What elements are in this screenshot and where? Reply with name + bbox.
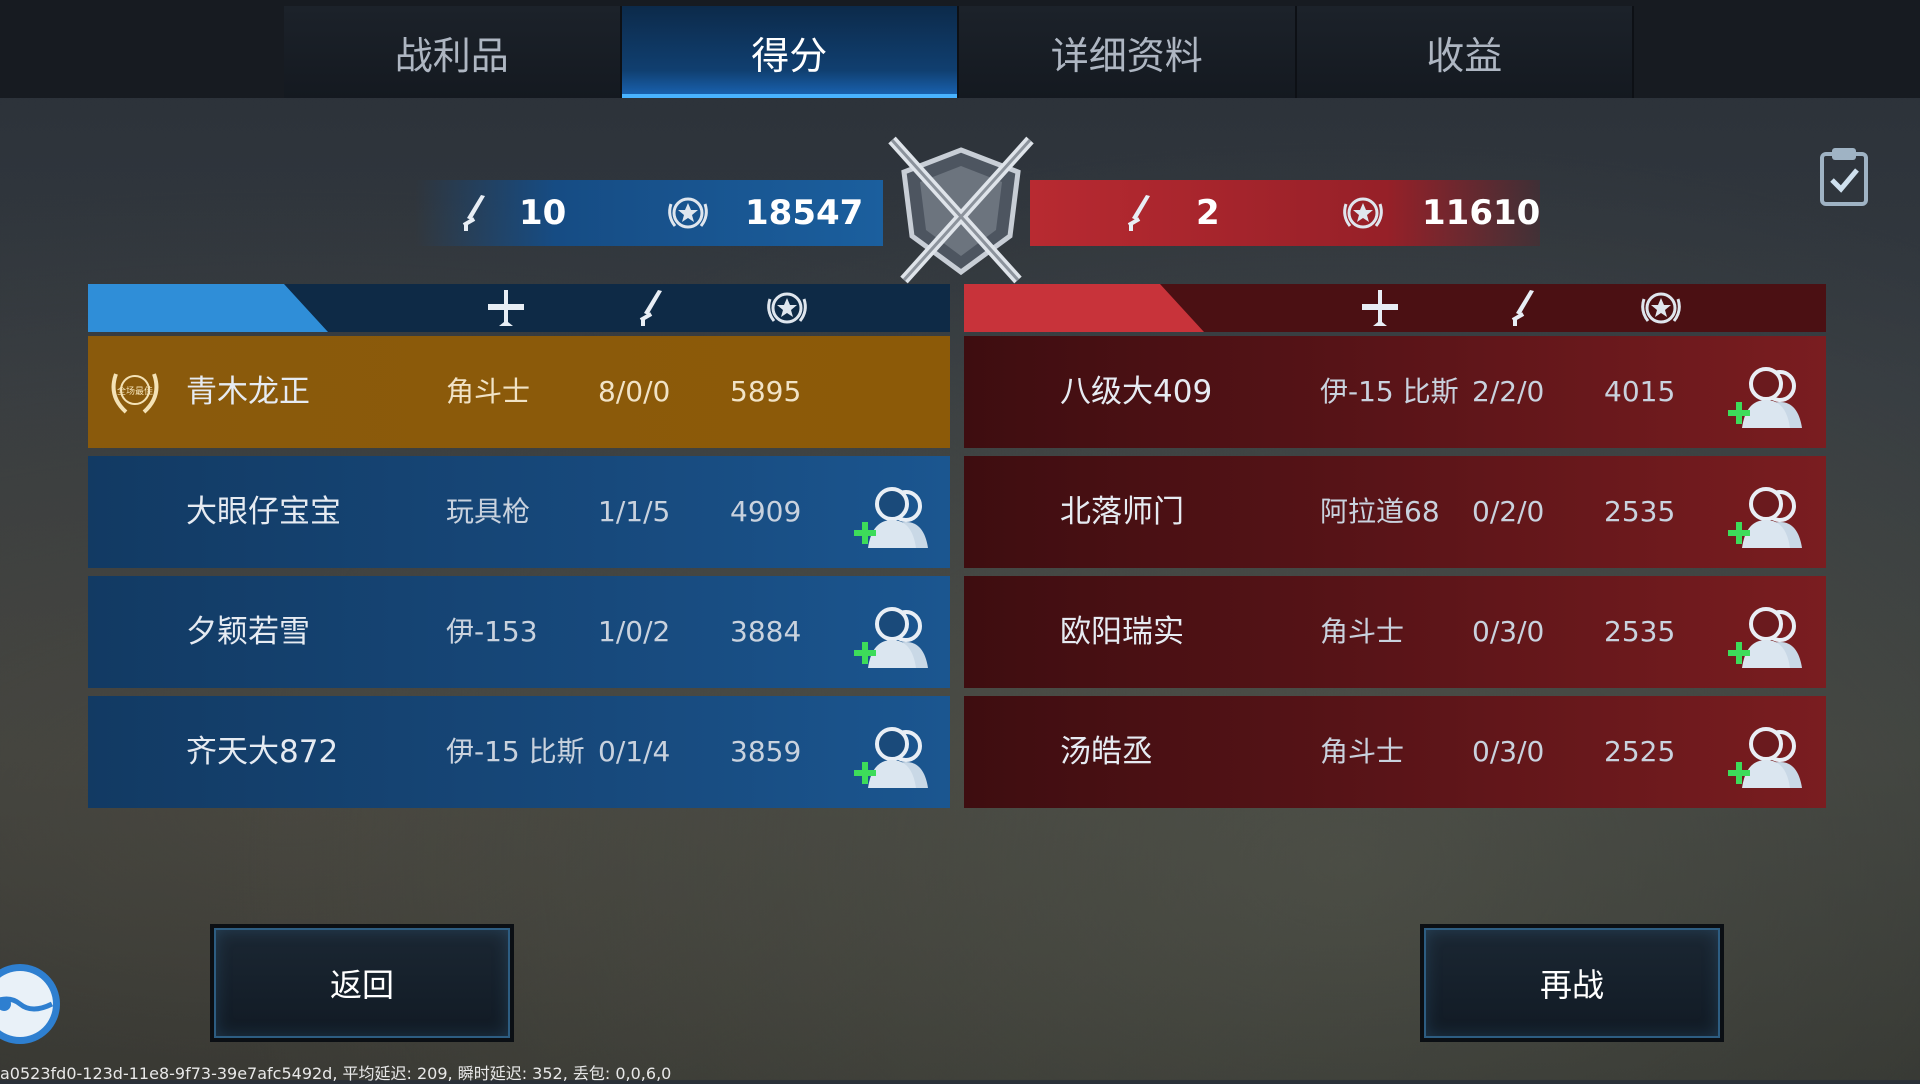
- player-row[interactable]: 北落师门 阿拉道68 0/2/0 2535: [964, 456, 1826, 568]
- player-plane: 阿拉道68: [1320, 495, 1440, 528]
- player-plane: 伊-15 比斯: [1320, 375, 1459, 408]
- clipboard-check-icon[interactable]: [1818, 146, 1870, 206]
- player-name: 夕颖若雪: [186, 614, 310, 650]
- player-plane: 伊-15 比斯: [446, 735, 585, 768]
- player-score: 5895: [730, 375, 802, 408]
- tab-score[interactable]: 得分: [621, 6, 959, 98]
- player-score: 2525: [1604, 735, 1676, 768]
- score-star-icon: [1641, 292, 1681, 324]
- red-score: 11610: [1422, 193, 1541, 233]
- top-bar: 战利品 得分 详细资料 收益: [0, 0, 1920, 98]
- player-score: 2535: [1604, 495, 1676, 528]
- player-row[interactable]: 八级大409 伊-15 比斯 2/2/0 4015: [964, 336, 1826, 448]
- sword-icon: [1511, 290, 1534, 326]
- player-plane: 角斗士: [446, 375, 531, 408]
- sword-icon: [1127, 195, 1150, 231]
- player-name: 齐天大872: [186, 734, 339, 770]
- player-kda: 0/2/0: [1472, 495, 1545, 528]
- connection-status: a0523fd0-123d-11e8-9f73-39e7afc5492d, 平均…: [0, 1064, 672, 1083]
- tab-details[interactable]: 详细资料: [959, 6, 1297, 98]
- blue-column-header: [88, 284, 950, 332]
- player-score: 4015: [1604, 375, 1676, 408]
- add-friend-icon[interactable]: [848, 482, 944, 552]
- red-team-list: 八级大409 伊-15 比斯 2/2/0 4015 北落师门 阿拉道68 0/2…: [964, 336, 1826, 816]
- score-star-icon: [1343, 197, 1383, 229]
- tab-strip: 战利品 得分 详细资料 收益: [284, 6, 1634, 98]
- player-kda: 0/3/0: [1472, 735, 1545, 768]
- player-row[interactable]: 汤皓丞 角斗士 0/3/0 2525: [964, 696, 1826, 808]
- mvp-laurel-icon: 全场最佳: [111, 373, 159, 414]
- add-friend-icon[interactable]: [848, 722, 944, 792]
- back-button[interactable]: 返回: [210, 924, 514, 1042]
- score-star-icon: [668, 197, 708, 229]
- play-again-button[interactable]: 再战: [1420, 924, 1724, 1042]
- sword-icon: [462, 195, 485, 231]
- player-name: 北落师门: [1060, 494, 1184, 530]
- player-score: 2535: [1604, 615, 1676, 648]
- player-kda: 2/2/0: [1472, 375, 1545, 408]
- player-name: 汤皓丞: [1060, 734, 1153, 770]
- add-friend-icon[interactable]: [1722, 482, 1818, 552]
- player-plane: 伊-153: [446, 615, 538, 648]
- red-team-summary: 2 11610: [1030, 180, 1540, 246]
- player-row[interactable]: 大眼仔宝宝 玩具枪 1/1/5 4909: [88, 456, 950, 568]
- player-score: 3884: [730, 615, 802, 648]
- player-name: 青木龙正: [186, 374, 310, 410]
- red-team-tag: [964, 284, 1204, 332]
- tab-earnings[interactable]: 收益: [1296, 6, 1634, 98]
- player-kda: 0/3/0: [1472, 615, 1545, 648]
- blue-kills: 10: [519, 193, 567, 233]
- red-kills: 2: [1196, 193, 1220, 233]
- red-column-header: [964, 284, 1826, 332]
- score-star-icon: [767, 292, 807, 324]
- tab-loot[interactable]: 战利品: [284, 6, 622, 98]
- player-row[interactable]: 欧阳瑞实 角斗士 0/3/0 2535: [964, 576, 1826, 688]
- player-score: 4909: [730, 495, 802, 528]
- player-row[interactable]: 夕颖若雪 伊-153 1/0/2 3884: [88, 576, 950, 688]
- add-friend-icon[interactable]: [1722, 602, 1818, 672]
- player-plane: 角斗士: [1320, 615, 1405, 648]
- plane-icon: [1362, 290, 1398, 326]
- mvp-badge-text: 全场最佳: [117, 385, 153, 397]
- add-friend-icon[interactable]: [1722, 362, 1818, 432]
- player-plane: 玩具枪: [446, 495, 531, 528]
- player-name: 八级大409: [1060, 374, 1213, 410]
- player-kda: 0/1/4: [598, 735, 671, 768]
- add-friend-icon[interactable]: [848, 602, 944, 672]
- player-plane: 角斗士: [1320, 735, 1405, 768]
- blue-team-summary: 10 18547: [415, 180, 883, 246]
- player-kda: 1/1/5: [598, 495, 671, 528]
- player-name: 大眼仔宝宝: [186, 494, 341, 530]
- blue-score: 18547: [745, 193, 864, 233]
- blue-team-list: 全场最佳 青木龙正 角斗士 8/0/0 5895 大眼仔宝宝 玩具枪 1/1/5…: [88, 336, 950, 816]
- versus-crossed-swords-emblem: [888, 136, 1034, 284]
- sword-icon: [639, 290, 662, 326]
- add-friend-icon[interactable]: [1722, 722, 1818, 792]
- player-row[interactable]: 全场最佳 青木龙正 角斗士 8/0/0 5895: [88, 336, 950, 448]
- blue-team-tag: [88, 284, 328, 332]
- plane-icon: [488, 290, 524, 326]
- player-name: 欧阳瑞实: [1060, 614, 1184, 650]
- player-score: 3859: [730, 735, 802, 768]
- player-row[interactable]: 齐天大872 伊-15 比斯 0/1/4 3859: [88, 696, 950, 808]
- game-logo-icon[interactable]: [0, 948, 78, 1048]
- player-kda: 8/0/0: [598, 375, 671, 408]
- player-kda: 1/0/2: [598, 615, 671, 648]
